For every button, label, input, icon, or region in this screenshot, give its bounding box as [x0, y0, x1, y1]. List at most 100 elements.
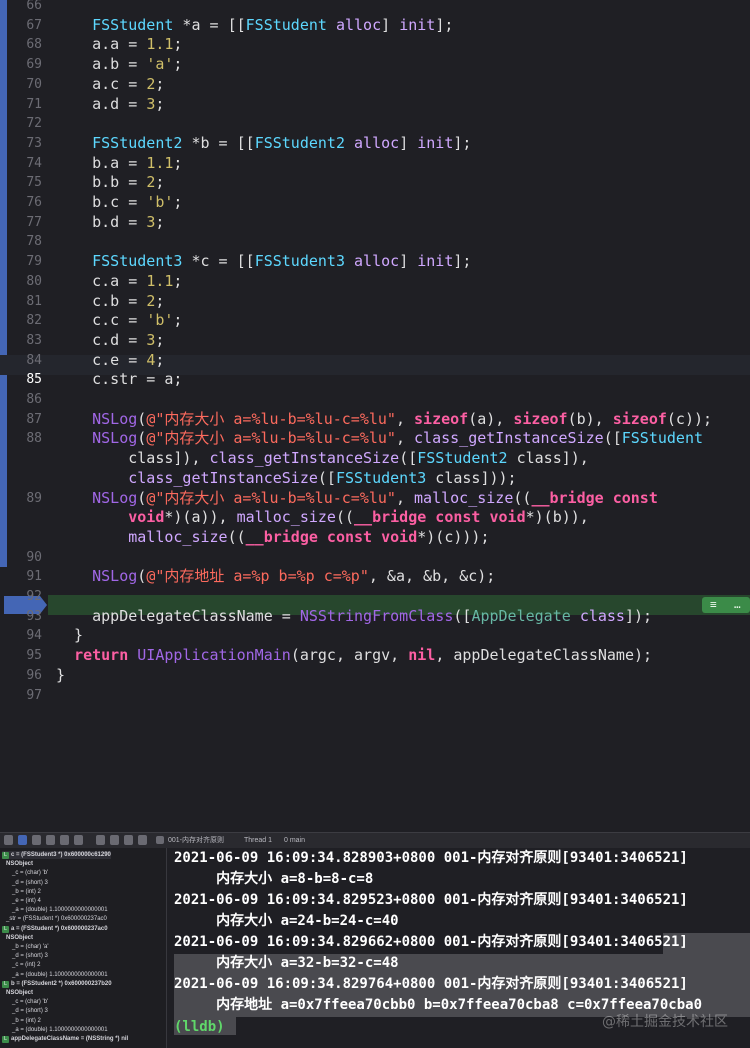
variable-child-row[interactable]: NSObject — [6, 860, 33, 868]
line-number[interactable]: 96 — [8, 666, 42, 685]
code-line[interactable]: void*)(a)), malloc_size((__bridge const … — [0, 508, 750, 527]
code-line[interactable]: class_getInstanceSize([FSStudent3 class]… — [0, 469, 750, 488]
lldb-prompt[interactable]: (lldb) — [174, 1017, 225, 1038]
variable-child-row[interactable]: _c = (char) 'b' — [12, 869, 48, 877]
code-line[interactable]: 78 — [0, 232, 750, 251]
variable-child-row[interactable]: _b = (int) 2 — [12, 888, 41, 896]
code-line[interactable]: 72 — [0, 114, 750, 133]
code-line[interactable]: 66 — [0, 0, 750, 15]
code-line[interactable]: malloc_size((__bridge const void*)(c))); — [0, 528, 750, 547]
variable-child-row[interactable]: _b = (char) 'a' — [12, 943, 48, 951]
line-number[interactable]: 93 — [8, 607, 42, 626]
frame-label[interactable]: 0 main — [284, 835, 305, 846]
code-line[interactable]: 77 b.d = 3; — [0, 213, 750, 232]
line-number[interactable]: 73 — [8, 134, 42, 153]
variable-row[interactable]: Lc = (FSStudent3 *) 0x600000c61290 — [2, 851, 111, 859]
variable-child-row[interactable]: _a = (double) 1.1000000000000001 — [12, 1026, 108, 1034]
line-number[interactable]: 72 — [8, 114, 42, 133]
code-line[interactable]: 70 a.c = 2; — [0, 75, 750, 94]
code-line[interactable]: 79 FSStudent3 *c = [[FSStudent3 alloc] i… — [0, 252, 750, 271]
code-line[interactable]: 73 FSStudent2 *b = [[FSStudent2 alloc] i… — [0, 134, 750, 153]
line-number[interactable]: 71 — [8, 95, 42, 114]
variable-child-row[interactable]: _b = (int) 2 — [12, 1017, 41, 1025]
line-number[interactable]: 77 — [8, 213, 42, 232]
code-line[interactable]: 82 c.c = 'b'; — [0, 311, 750, 330]
code-line[interactable]: 85 c.str = a; — [0, 370, 750, 389]
line-number[interactable]: 91 — [8, 567, 42, 586]
code-line[interactable]: 71 a.d = 3; — [0, 95, 750, 114]
breakpoints-toggle-icon[interactable] — [18, 835, 27, 845]
code-line[interactable]: 87 NSLog(@"内存大小 a=%lu-b=%lu-c=%lu", size… — [0, 410, 750, 429]
memory-graph-icon[interactable] — [110, 835, 119, 845]
line-number[interactable]: 78 — [8, 232, 42, 251]
variable-child-row[interactable]: _c = (char) 'b' — [12, 998, 48, 1006]
code-line[interactable]: 93 appDelegateClassName = NSStringFromCl… — [0, 607, 750, 626]
line-number[interactable]: 66 — [8, 0, 42, 15]
code-line[interactable]: 80 c.a = 1.1; — [0, 272, 750, 291]
pause-icon[interactable] — [32, 835, 41, 845]
code-line[interactable]: 91 NSLog(@"内存地址 a=%p b=%p c=%p", &a, &b,… — [0, 567, 750, 586]
line-number[interactable]: 83 — [8, 331, 42, 350]
code-line[interactable]: 92 — [0, 587, 750, 606]
code-line[interactable]: 84 c.e = 4; — [0, 351, 750, 370]
code-line[interactable]: 68 a.a = 1.1; — [0, 35, 750, 54]
code-line[interactable]: 94 } — [0, 626, 750, 645]
environment-icon[interactable] — [124, 835, 133, 845]
thread-label[interactable]: Thread 1 — [244, 835, 272, 846]
code-line[interactable]: 90 — [0, 548, 750, 567]
code-line[interactable]: 81 c.b = 2; — [0, 292, 750, 311]
line-number[interactable]: 80 — [8, 272, 42, 291]
code-line[interactable]: 86 — [0, 390, 750, 409]
line-number[interactable]: 95 — [8, 646, 42, 665]
line-number[interactable]: 85 — [8, 370, 42, 389]
variable-row[interactable]: La = (FSStudent *) 0x600000237ac0 — [2, 925, 108, 933]
step-over-icon[interactable] — [46, 835, 55, 845]
line-number[interactable]: 90 — [8, 548, 42, 567]
hide-debug-icon[interactable] — [4, 835, 13, 845]
line-number[interactable]: 74 — [8, 154, 42, 173]
code-line[interactable]: class]), class_getInstanceSize([FSStuden… — [0, 449, 750, 468]
step-into-icon[interactable] — [60, 835, 69, 845]
debug-target-label[interactable]: 001-内存对齐原则 — [168, 835, 224, 846]
variable-child-row[interactable]: NSObject — [6, 934, 33, 942]
line-number[interactable]: 97 — [8, 686, 42, 705]
line-number[interactable]: 75 — [8, 173, 42, 192]
variable-child-row[interactable]: _str = (FSStudent *) 0x600000237ac0 — [6, 915, 107, 923]
code-line[interactable]: 76 b.c = 'b'; — [0, 193, 750, 212]
line-number[interactable]: 94 — [8, 626, 42, 645]
variable-child-row[interactable]: _d = (short) 3 — [12, 952, 48, 960]
line-number[interactable]: 87 — [8, 410, 42, 429]
code-line[interactable]: 67 FSStudent *a = [[FSStudent alloc] ini… — [0, 16, 750, 35]
variable-child-row[interactable]: NSObject — [6, 989, 33, 997]
location-icon[interactable] — [138, 835, 147, 845]
line-number[interactable]: 69 — [8, 55, 42, 74]
code-line[interactable]: 97 — [0, 686, 750, 705]
line-number[interactable]: 68 — [8, 35, 42, 54]
code-line[interactable]: 74 b.a = 1.1; — [0, 154, 750, 173]
code-line[interactable]: 96} — [0, 666, 750, 685]
line-number[interactable]: 76 — [8, 193, 42, 212]
line-number[interactable]: 86 — [8, 390, 42, 409]
line-number[interactable]: 82 — [8, 311, 42, 330]
variable-child-row[interactable]: _d = (short) 3 — [12, 879, 48, 887]
line-number[interactable]: 67 — [8, 16, 42, 35]
line-number[interactable]: 92 — [8, 587, 42, 606]
code-editor[interactable]: ≡ … 66 67 FSStudent *a = [[FSStudent allo… — [0, 0, 750, 832]
line-number[interactable]: 88 — [8, 429, 42, 448]
variable-row[interactable]: Lb = (FSStudent2 *) 0x600000237b20 — [2, 980, 112, 988]
variable-row[interactable]: LappDelegateClassName = (NSString *) nil — [2, 1035, 128, 1043]
line-number[interactable]: 81 — [8, 292, 42, 311]
variable-child-row[interactable]: _e = (int) 4 — [12, 897, 41, 905]
view-debugger-icon[interactable] — [96, 835, 105, 845]
code-line[interactable]: 89 NSLog(@"内存大小 a=%lu-b=%lu-c=%lu", mall… — [0, 489, 750, 508]
code-line[interactable]: 69 a.b = 'a'; — [0, 55, 750, 74]
variable-child-row[interactable]: _a = (double) 1.1000000000000001 — [12, 971, 108, 979]
code-line[interactable]: 95 return UIApplicationMain(argc, argv, … — [0, 646, 750, 665]
variable-child-row[interactable]: _c = (int) 2 — [12, 961, 41, 969]
line-number[interactable]: 89 — [8, 489, 42, 508]
line-number[interactable]: 79 — [8, 252, 42, 271]
line-number[interactable]: 70 — [8, 75, 42, 94]
step-out-icon[interactable] — [74, 835, 83, 845]
code-line[interactable]: 75 b.b = 2; — [0, 173, 750, 192]
line-number[interactable]: 84 — [8, 351, 42, 370]
